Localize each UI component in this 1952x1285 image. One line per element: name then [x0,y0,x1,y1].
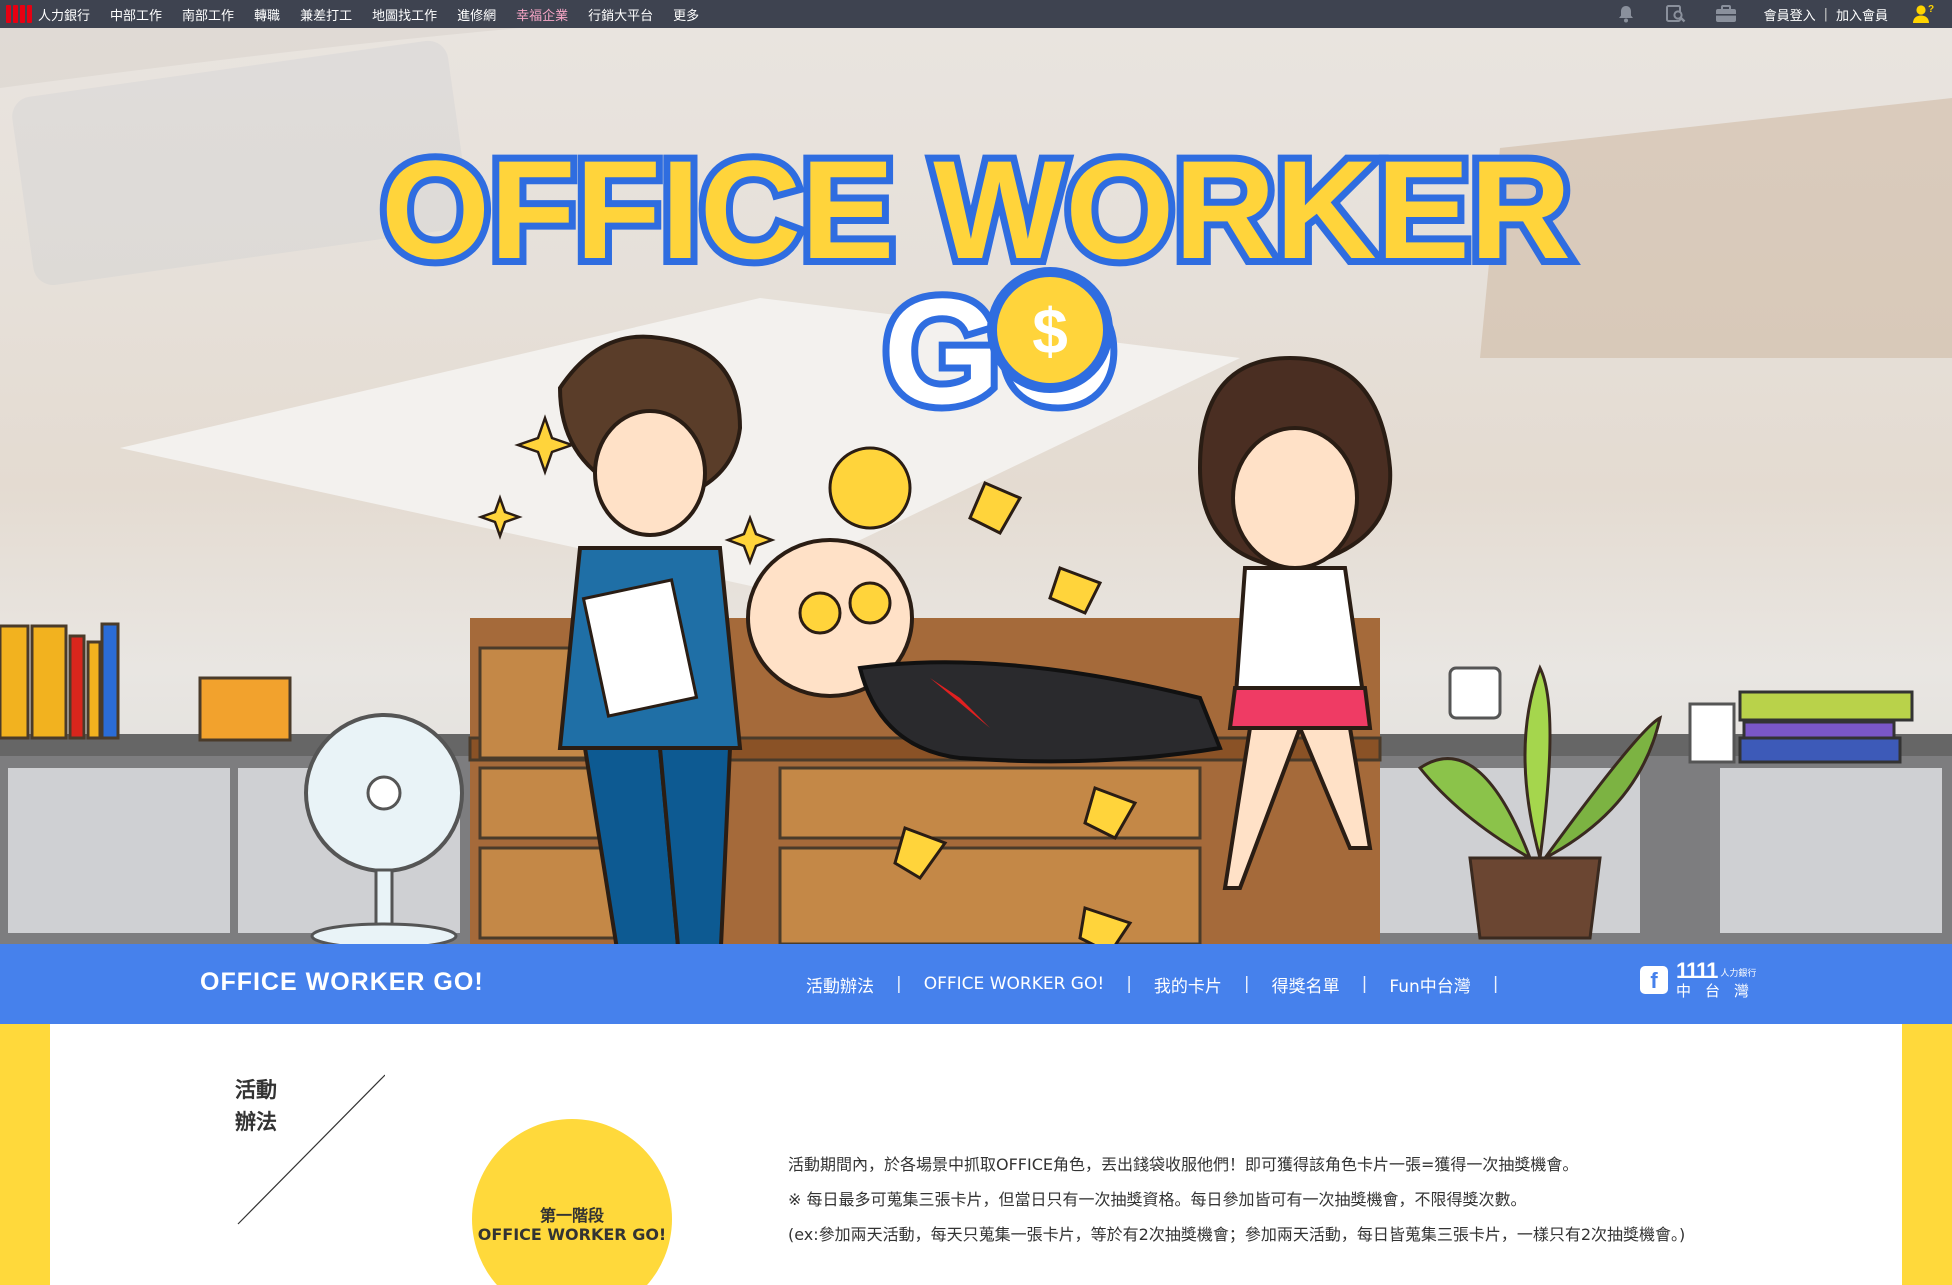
dollar-glyph: $ [1032,295,1068,367]
desc-paragraph-2: ※ 每日最多可蒐集三張卡片，但當日只有一次抽獎資格。每日參加皆可有一次抽獎機會，… [788,1190,1527,1209]
band-logo[interactable]: OFFICE WORKER GO! [200,968,484,997]
logo-text: 人力銀行 [38,8,91,24]
top-nav-central-jobs[interactable]: 中部工作 [110,5,162,24]
member-separator: | [1823,6,1828,22]
hero-banner: OFFICE WORKER GO $ [0,28,1952,944]
content-panel: 活動 辦法 第一階段 OFFICE WORKER GO! 活動期間內，於各場景中… [50,1024,1902,1285]
desc-paragraph-3: (ex:參加兩天活動，每天只蒐集一張卡片，等於有2次抽獎機會；參加兩天活動，每日… [788,1225,1686,1244]
join-member-link[interactable]: 加入會員 [1836,5,1888,24]
stage-label: 第一階段 [539,1206,604,1225]
bell-icon[interactable] [1614,2,1638,26]
books-right [1688,690,1914,764]
top-nav-more[interactable]: 更多 [673,5,699,24]
section-diagonal-line [237,1074,385,1225]
brand-number: 1111 [1676,958,1718,983]
brand-small-text: 人力銀行 [1720,969,1757,979]
mug [1448,666,1502,720]
facebook-icon[interactable]: f [1640,965,1668,994]
top-nav-right: 會員登入 | 加入會員 ? [1614,0,1952,28]
menu-my-cards[interactable]: 我的卡片 [1154,972,1222,997]
top-nav-happy-enterprise[interactable]: 幸福企業 [516,5,568,24]
top-nav-education[interactable]: 進修網 [457,5,496,24]
menu-activity-rules[interactable]: 活動辦法 [806,972,874,997]
desc-paragraph-1: 活動期間內，於各場景中抓取OFFICE角色，丟出錢袋收服他們！即可獲得該角色卡片… [788,1155,1579,1174]
stage-name: OFFICE WORKER GO! [477,1225,667,1244]
band-logo-text: OFFICE WORKER GO! [200,968,484,996]
top-navigation-bar: 人力銀行 中部工作 南部工作 轉職 兼差打工 地圖找工作 進修網 幸福企業 行銷… [0,0,1952,28]
hero-title-line1: OFFICE WORKER [381,131,1571,288]
activity-nav-band: OFFICE WORKER GO! 活動辦法 | OFFICE WORKER G… [0,944,1952,1024]
menu-winners-list[interactable]: 得獎名單 [1272,972,1340,997]
top-nav-south-jobs[interactable]: 南部工作 [182,5,234,24]
binders [0,622,292,742]
svg-text:?: ? [1928,4,1934,15]
search-doc-icon[interactable] [1664,2,1688,26]
top-nav-career-change[interactable]: 轉職 [254,5,280,24]
menu-separator: | [1492,974,1499,994]
menu-office-worker-go[interactable]: OFFICE WORKER GO! [924,974,1104,994]
site-logo[interactable]: 人力銀行 [6,5,90,24]
member-login-link[interactable]: 會員登入 [1764,5,1816,24]
brand-1111-central-taiwan[interactable]: 1111 人力銀行 中台灣 [1676,960,1763,999]
menu-separator: | [1126,974,1132,994]
logo-1111-mark [6,5,32,23]
top-nav-links: 中部工作 南部工作 轉職 兼差打工 地圖找工作 進修網 幸福企業 行銷大平台 更… [110,5,719,24]
stage-badge: 第一階段 OFFICE WORKER GO! [472,1119,672,1285]
menu-separator: | [1243,974,1250,994]
user-help-icon[interactable]: ? [1912,2,1936,26]
hero-illustration: OFFICE WORKER GO $ [0,28,1952,944]
top-nav-marketing[interactable]: 行銷大平台 [588,5,653,24]
top-nav-part-time[interactable]: 兼差打工 [300,5,352,24]
member-links: 會員登入 | 加入會員 [1764,5,1888,24]
menu-fun-central-taiwan[interactable]: Fun中台灣 [1389,972,1470,997]
top-nav-map-search[interactable]: 地圖找工作 [372,5,437,24]
activity-description: 活動期間內，於各場景中抓取OFFICE角色，丟出錢袋收服他們！即可獲得該角色卡片… [788,1152,1708,1247]
menu-separator: | [896,974,902,994]
band-right-links: f 1111 人力銀行 中台灣 [1640,960,1763,999]
menu-separator: | [1361,974,1368,994]
brand-region: 中台灣 [1676,982,1764,1000]
activity-menu: 活動辦法 | OFFICE WORKER GO! | 我的卡片 | 得獎名單 |… [806,944,1521,1024]
top-nav-left: 人力銀行 中部工作 南部工作 轉職 兼差打工 地圖找工作 進修網 幸福企業 行銷… [6,0,719,28]
content-section: 活動 辦法 第一階段 OFFICE WORKER GO! 活動期間內，於各場景中… [0,1024,1952,1285]
briefcase-icon[interactable] [1714,2,1738,26]
